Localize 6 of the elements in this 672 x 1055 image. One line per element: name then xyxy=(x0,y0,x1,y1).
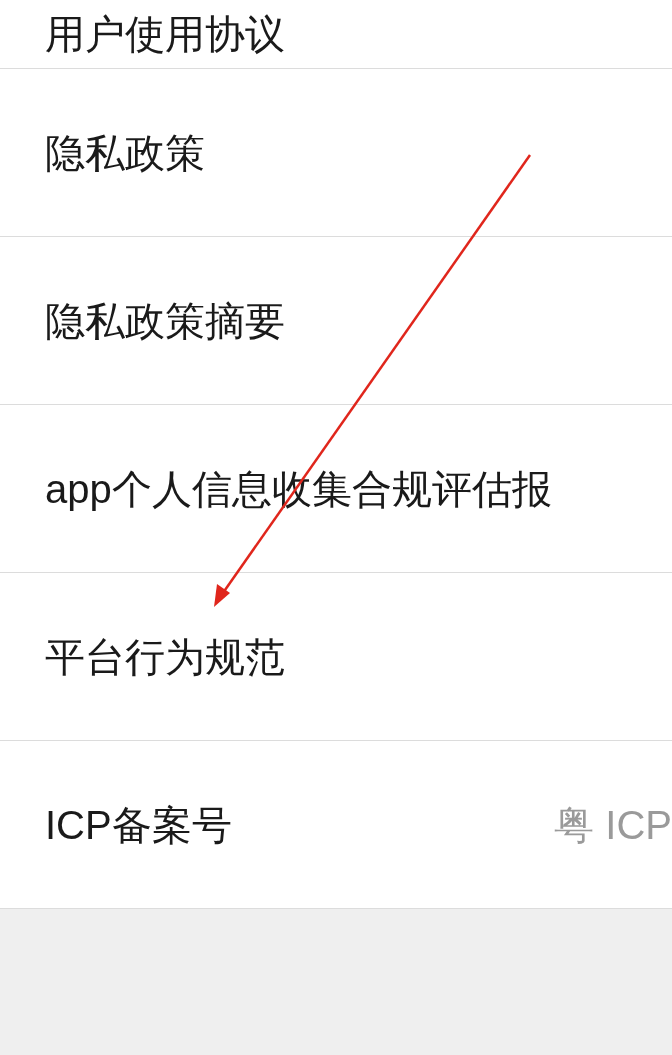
settings-item-value: 粤 ICP xyxy=(554,804,672,845)
settings-item-label[interactable]: 隐私政策摘要 xyxy=(45,300,285,341)
settings-item-label[interactable]: 平台行为规范 xyxy=(45,636,285,677)
settings-item-label[interactable]: 隐私政策 xyxy=(45,132,205,173)
settings-item-label[interactable]: 用户使用协议 xyxy=(45,14,285,54)
settings-item-label[interactable]: ICP备案号 xyxy=(45,804,232,845)
